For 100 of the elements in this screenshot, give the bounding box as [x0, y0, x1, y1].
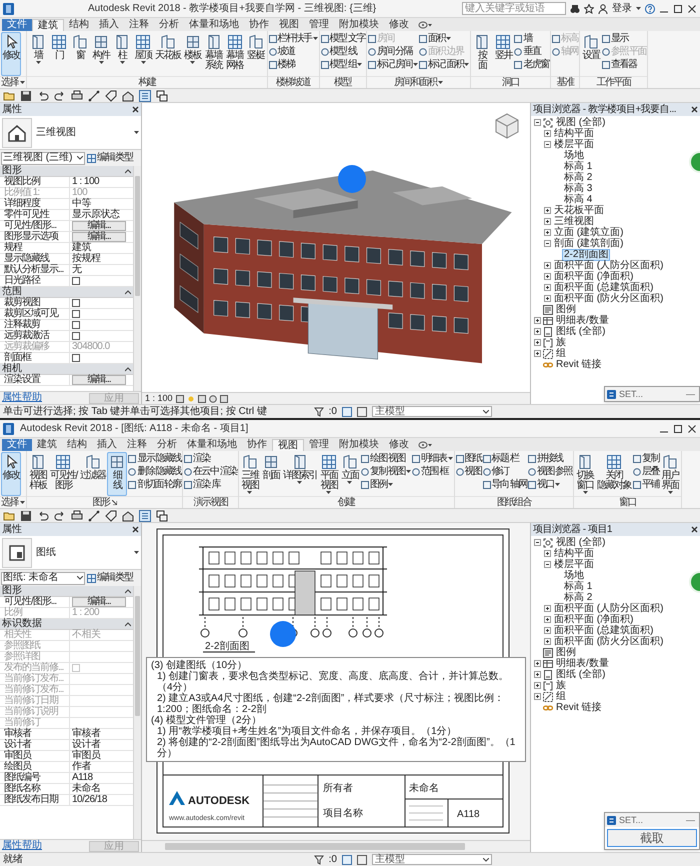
ribbon-tab[interactable]: 管理: [304, 19, 334, 31]
context-menu-icon[interactable]: [418, 440, 432, 450]
tree-item[interactable]: 面积平面 (总建筑面积): [553, 626, 654, 636]
ribbon-button[interactable]: 细 线: [107, 452, 128, 496]
ribbon-button[interactable]: 标记 面积: [419, 58, 470, 71]
chevron-icon[interactable]: [125, 588, 131, 594]
ribbon-button[interactable]: 模型 线: [320, 45, 365, 58]
ribbon-button[interactable]: 楼板: [182, 32, 202, 76]
ribbon-button[interactable]: 复制 视图: [360, 465, 412, 478]
expander-icon[interactable]: [544, 273, 551, 280]
ribbon-button[interactable]: 显示 隐藏线: [128, 452, 182, 465]
ribbon-button[interactable]: 屋顶: [133, 32, 153, 76]
edit-button[interactable]: 编辑...: [72, 232, 126, 242]
tree-item[interactable]: 图纸 (全部): [555, 670, 606, 680]
ribbon-button[interactable]: 标题 栏: [482, 452, 527, 465]
edit-type-button[interactable]: 编辑类型: [87, 153, 133, 163]
redo-icon[interactable]: [54, 510, 66, 522]
tree-item[interactable]: 楼层平面: [553, 560, 595, 570]
scrollbar-thumb[interactable]: [165, 843, 465, 850]
expander-icon[interactable]: [544, 240, 551, 247]
tree-item[interactable]: 剖面 (建筑剖面): [553, 238, 624, 248]
ribbon-button[interactable]: 模型 文字: [320, 32, 365, 45]
tree-item[interactable]: 标高 3: [563, 184, 594, 194]
ribbon-tab[interactable]: 注释: [122, 439, 152, 451]
expander-icon[interactable]: [534, 539, 541, 546]
list-icon[interactable]: [139, 90, 151, 102]
close-icon[interactable]: [687, 4, 697, 14]
expander-icon[interactable]: [534, 350, 541, 357]
edit-button[interactable]: 编辑...: [72, 597, 126, 607]
ribbon-tab[interactable]: 分析: [152, 439, 182, 451]
ribbon-button[interactable]: 墙: [28, 32, 48, 76]
ribbon-button[interactable]: 显示: [602, 32, 646, 45]
expander-icon[interactable]: [534, 317, 541, 324]
scrollbar-thumb[interactable]: [135, 176, 140, 296]
edit-type-button[interactable]: 编辑类型: [87, 573, 133, 583]
expander-icon[interactable]: [544, 550, 551, 557]
ribbon-button[interactable]: 切换 窗口: [575, 452, 596, 496]
expander-icon[interactable]: [534, 339, 541, 346]
tree-item[interactable]: 场地: [563, 150, 585, 160]
ribbon-button[interactable]: 导向 轴网: [482, 478, 527, 491]
ribbon-tab[interactable]: 结构: [62, 439, 92, 451]
chevron-icon[interactable]: [125, 622, 131, 626]
ribbon-tab[interactable]: 协作: [242, 439, 272, 451]
tree-item[interactable]: 族: [555, 338, 567, 348]
ribbon-button[interactable]: 楼梯: [268, 58, 318, 71]
save-icon[interactable]: [20, 510, 32, 522]
checkbox[interactable]: [72, 332, 80, 340]
ribbon-tab[interactable]: 修改: [384, 439, 414, 451]
chevron-icon[interactable]: [125, 168, 131, 174]
ribbon-tab[interactable]: 文件: [2, 19, 32, 31]
ribbon-tab[interactable]: 插入: [94, 19, 124, 31]
ribbon-button[interactable]: 垂直: [514, 45, 549, 58]
ribbon-button[interactable]: 竖梃: [246, 32, 266, 76]
tree-item[interactable]: 楼层平面: [553, 140, 595, 150]
save-icon[interactable]: [20, 90, 32, 102]
filter-icon[interactable]: [314, 854, 324, 864]
ribbon-button[interactable]: 详图索引: [282, 452, 318, 496]
tree-item[interactable]: 族: [555, 680, 567, 690]
sign-in-link[interactable]: 登录: [612, 1, 632, 16]
redo-icon[interactable]: [54, 90, 66, 102]
ribbon-tab[interactable]: 建筑: [32, 439, 62, 451]
model-dropdown[interactable]: 主模型: [372, 406, 492, 417]
maximize-icon[interactable]: [673, 424, 683, 434]
expander-icon[interactable]: [544, 130, 551, 137]
close-icon[interactable]: [687, 424, 697, 434]
checkbox[interactable]: [72, 277, 80, 285]
close-icon[interactable]: [691, 106, 698, 113]
expander-icon[interactable]: [534, 119, 541, 126]
windows-icon[interactable]: [156, 510, 168, 522]
ribbon-button[interactable]: 栏杆扶手: [268, 32, 318, 45]
tree-item[interactable]: 标高 1: [563, 582, 594, 592]
ribbon-tab[interactable]: 建筑: [32, 19, 64, 31]
ribbon-button[interactable]: 关闭 隐藏对象: [596, 452, 632, 496]
expander-icon[interactable]: [544, 638, 551, 645]
measure-icon[interactable]: [88, 510, 100, 522]
measure-icon[interactable]: [88, 90, 100, 102]
tree-item[interactable]: 面积平面 (防火分区面积): [553, 294, 664, 304]
checkbox[interactable]: [72, 321, 80, 329]
ribbon-button[interactable]: 视口: [528, 478, 572, 491]
ribbon-tab[interactable]: 分析: [154, 19, 184, 31]
ribbon-button[interactable]: 修改: [1, 452, 21, 496]
ribbon-button[interactable]: 可见性/ 图形: [49, 452, 78, 496]
print-icon[interactable]: [71, 510, 83, 522]
ribbon-tab[interactable]: 插入: [92, 439, 122, 451]
ribbon-button[interactable]: 三维 视图: [240, 452, 260, 496]
model-dropdown[interactable]: 主模型: [372, 854, 492, 865]
tree-item[interactable]: 明细表/数量: [555, 316, 610, 326]
tree-item[interactable]: 面积平面 (人防分区面积): [553, 260, 664, 270]
edit-button[interactable]: 编辑...: [72, 221, 126, 231]
help-link[interactable]: 属性帮助: [2, 841, 42, 851]
ribbon-button[interactable]: 墙: [514, 32, 549, 45]
ribbon-button[interactable]: 视图 样板: [28, 452, 48, 496]
ribbon-tab[interactable]: 附加模块: [334, 439, 384, 451]
ribbon-button[interactable]: 柱: [112, 32, 132, 76]
tree-item[interactable]: 图例: [555, 648, 577, 658]
ribbon-button[interactable]: 拼接线: [528, 452, 572, 465]
ribbon-button[interactable]: 用户 界面: [660, 452, 680, 496]
tree-item[interactable]: 图纸 (全部): [555, 326, 606, 336]
ribbon-button[interactable]: 绘图 视图: [360, 452, 412, 465]
expander-icon[interactable]: [544, 141, 551, 148]
